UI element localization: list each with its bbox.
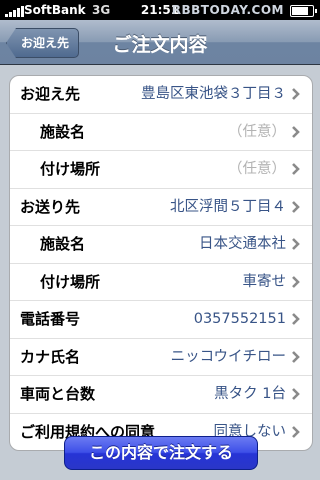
chevron-right-icon [292,88,300,100]
row-value: 0357552151 [193,311,286,327]
chevron-right-icon [292,163,300,175]
button-bar: この内容で注文する [0,431,320,480]
row-value: 北区浮間５丁目４ [170,198,286,215]
battery-icon [290,5,317,17]
row-value: 日本交通本社 [199,236,286,252]
chevron-right-icon [292,238,300,250]
table-row[interactable]: お送り先 北区浮間５丁目４ [10,189,312,226]
table-row[interactable]: 車両と台数 黒タク 1台 [10,376,312,414]
table-row[interactable]: 施設名 日本交通本社 [10,226,312,264]
order-details-table: お迎え先 豊島区東池袋３丁目３ 施設名 （任意） 付け場所 （任意） お送り先 北区浮間５丁目… [9,75,313,451]
row-value: 黒タク 1台 [214,386,286,402]
chevron-right-icon [292,275,300,288]
table-row[interactable]: 付け場所 （任意） [10,151,312,189]
row-label: 車両と台数 [20,385,96,403]
row-label: 施設名 [40,235,86,253]
chevron-right-icon [292,200,300,213]
watermark: RBBTODAY.COM [171,3,284,17]
row-value: （任意） [228,161,286,177]
table-row[interactable]: 電話番号 0357552151 [10,301,312,339]
row-label: お送り先 [20,197,81,216]
chevron-right-icon [292,313,300,325]
table-row[interactable]: お迎え先 豊島区東池袋３丁目３ [10,76,312,114]
row-label: お迎え先 [20,85,81,103]
row-value: 豊島区東池袋３丁目３ [141,86,286,102]
table-row[interactable]: カナ氏名 ニッコウイチロー [10,339,312,376]
row-label: 付け場所 [40,160,101,178]
status-bar: SoftBank 3G 21:51 RBBTODAY.COM [0,0,320,20]
navigation-bar: お迎え先 ご注文内容 [0,20,320,65]
row-label: 電話番号 [20,310,81,328]
row-value: （任意） [228,123,286,140]
row-label: 施設名 [40,122,86,141]
row-value: ニッコウイチロー [170,348,286,365]
row-label: カナ氏名 [20,347,81,366]
chevron-right-icon [292,350,300,363]
row-value: 車寄せ [242,273,287,290]
table-row[interactable]: 付け場所 車寄せ [10,264,312,301]
chevron-right-icon [292,388,300,400]
submit-order-button[interactable]: この内容で注文する [64,436,258,470]
chevron-right-icon [292,125,300,138]
table-row[interactable]: 施設名 （任意） [10,114,312,151]
row-label: 付け場所 [40,272,101,291]
page-title: ご注文内容 [112,34,208,56]
